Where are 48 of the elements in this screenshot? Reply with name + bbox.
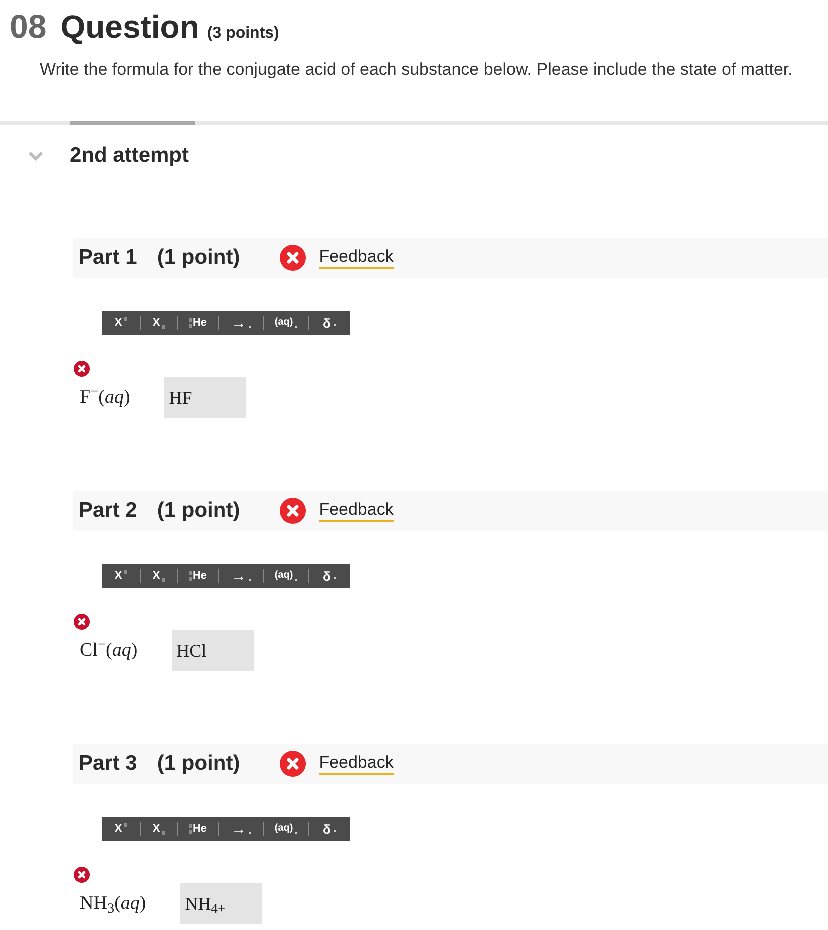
answer-field[interactable]: HF bbox=[164, 377, 246, 418]
question-points: (3 points) bbox=[207, 24, 280, 44]
superscript-button[interactable]: X bbox=[102, 564, 140, 588]
substance-formula: F$^{−}$(aq) bbox=[80, 384, 130, 410]
greek-letter-button[interactable]: δ bbox=[309, 311, 350, 335]
subscript-slot-icon bbox=[162, 325, 166, 329]
subscript-slot-icon bbox=[162, 831, 166, 835]
answer-field[interactable]: HCl bbox=[172, 630, 254, 671]
superscript-slot-icon bbox=[124, 317, 128, 321]
question-title: Question bbox=[60, 8, 200, 47]
greek-letter-button[interactable]: δ bbox=[309, 817, 350, 841]
part-title: Part 2 bbox=[79, 498, 138, 524]
state-button[interactable]: (aq) bbox=[264, 817, 308, 841]
part-title: Part 1 bbox=[79, 245, 138, 272]
subscript-button[interactable]: X bbox=[141, 564, 177, 588]
isotope-slots-icon bbox=[188, 824, 192, 834]
greek-letter-button[interactable]: δ bbox=[309, 564, 350, 588]
feedback-link[interactable]: Feedback bbox=[319, 500, 394, 522]
part-points: (1 point) bbox=[157, 751, 240, 778]
isotope-slots-icon bbox=[188, 318, 192, 328]
isotope-button[interactable]: He bbox=[178, 817, 218, 841]
isotope-slots-icon bbox=[188, 571, 192, 581]
arrow-button[interactable]: → bbox=[219, 311, 263, 335]
subscript-button[interactable]: X bbox=[141, 817, 177, 841]
arrow-button[interactable]: → bbox=[219, 564, 263, 588]
question-prompt: Write the formula for the conjugate acid of each substance below. Please include the state of matter. bbox=[40, 58, 794, 80]
feedback-link[interactable]: Feedback bbox=[319, 247, 394, 269]
collapse-chevron-icon[interactable] bbox=[28, 151, 44, 161]
feedback-link[interactable]: Feedback bbox=[319, 753, 394, 775]
superscript-slot-icon bbox=[124, 570, 128, 574]
answer-field[interactable]: NH$_{4+}$ bbox=[180, 883, 262, 924]
part-points: (1 point) bbox=[157, 498, 240, 524]
state-button[interactable]: (aq) bbox=[264, 564, 308, 588]
part-title: Part 3 bbox=[79, 751, 138, 778]
question-number: 08 bbox=[10, 7, 47, 47]
part-points: (1 point) bbox=[157, 245, 240, 272]
state-button[interactable]: (aq) bbox=[264, 311, 308, 335]
superscript-slot-icon bbox=[124, 823, 128, 827]
isotope-button[interactable]: He bbox=[178, 311, 218, 335]
superscript-button[interactable]: X bbox=[102, 817, 140, 841]
isotope-button[interactable]: He bbox=[178, 564, 218, 588]
attempt-label: 2nd attempt bbox=[70, 143, 190, 170]
arrow-button[interactable]: → bbox=[219, 817, 263, 841]
substance-formula: NH$_{3}$(aq) bbox=[80, 892, 146, 918]
substance-formula: Cl$^{−}$(aq) bbox=[80, 637, 138, 663]
subscript-slot-icon bbox=[162, 578, 166, 582]
superscript-button[interactable]: X bbox=[102, 311, 140, 335]
subscript-button[interactable]: X bbox=[141, 311, 177, 335]
